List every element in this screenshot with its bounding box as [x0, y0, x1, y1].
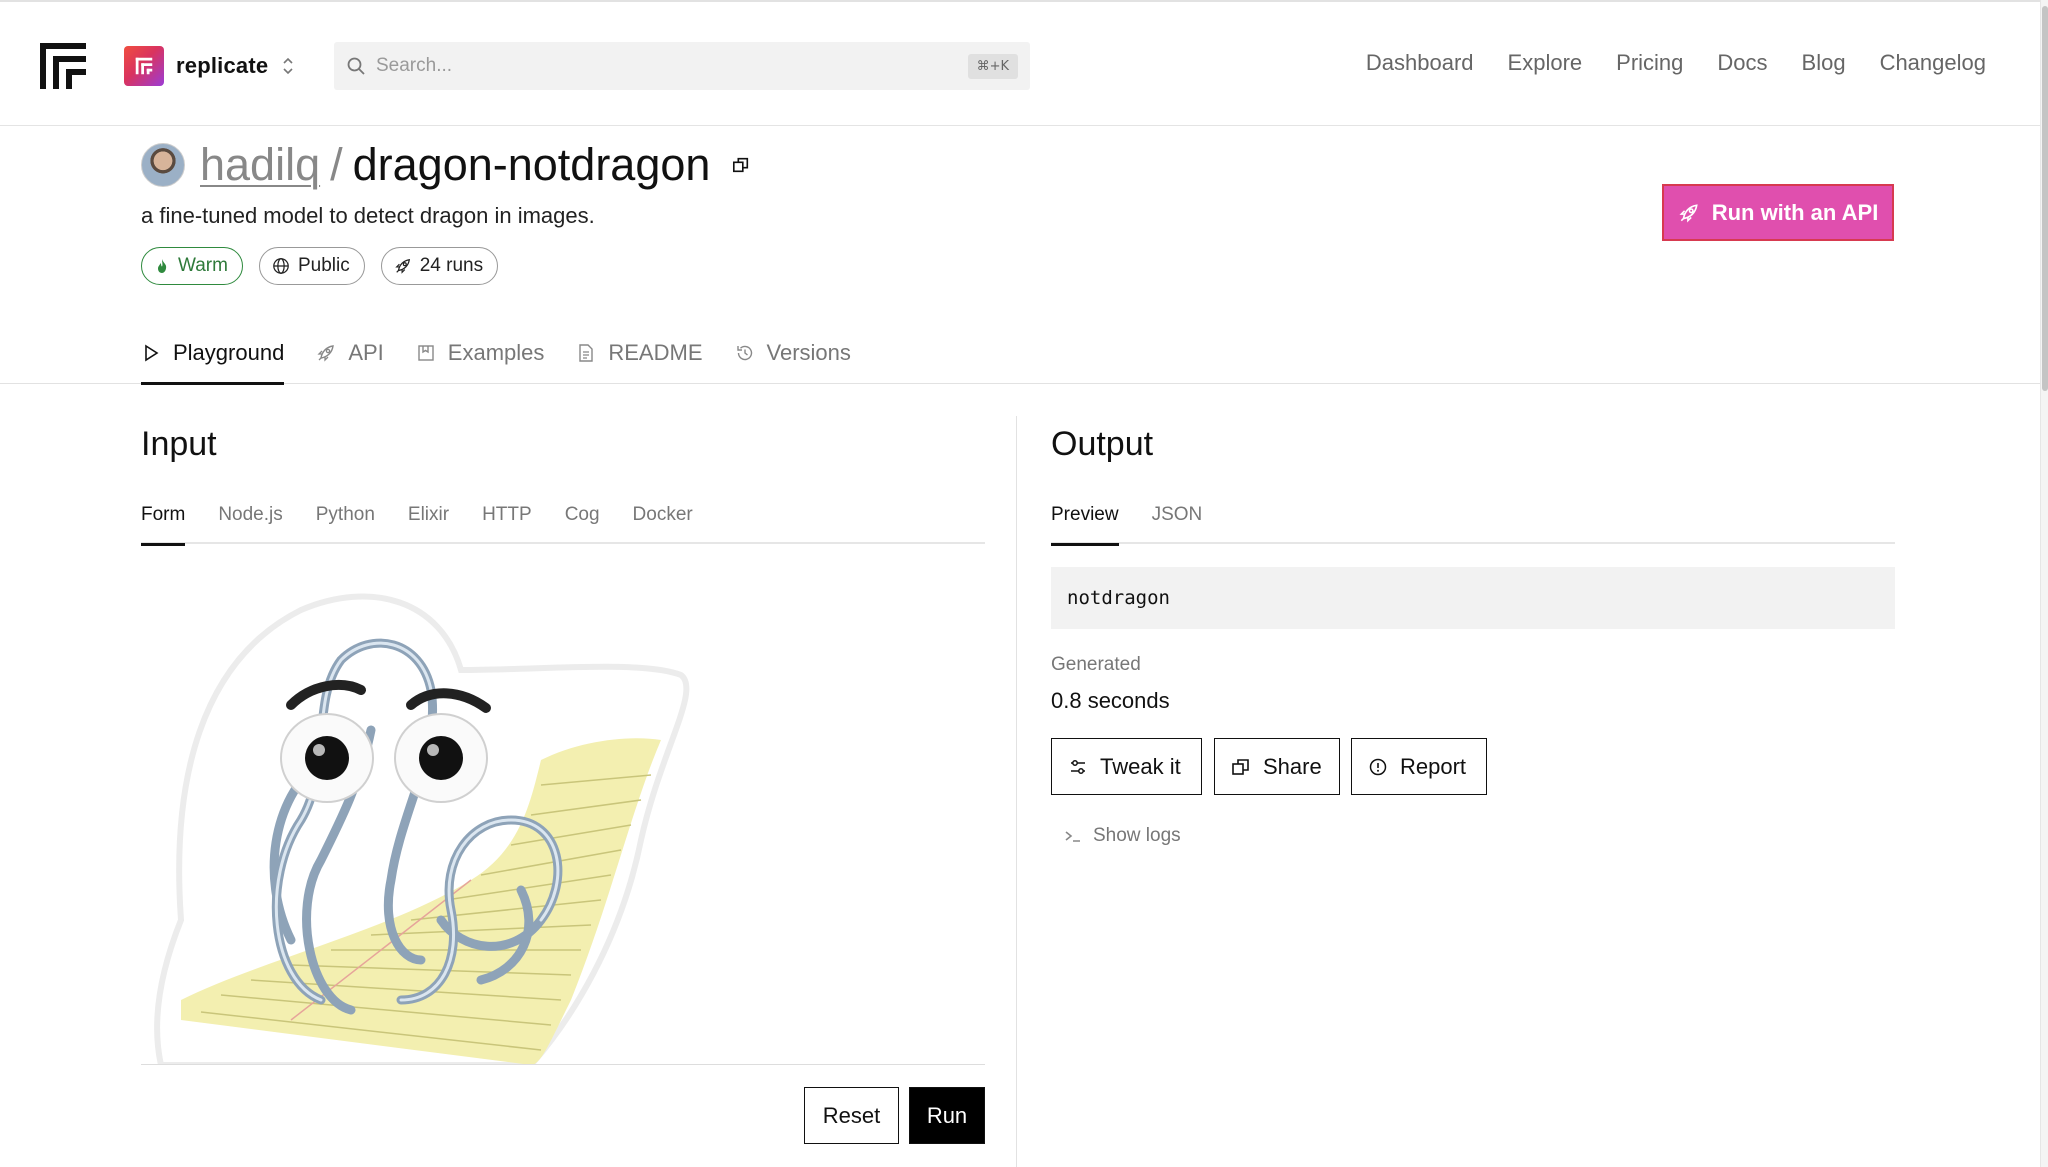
runs-badge-label: 24 runs	[419, 255, 484, 276]
input-tab-nodejs[interactable]: Node.js	[218, 502, 282, 544]
chevron-up-down-icon	[282, 56, 294, 76]
tab-readme-label: README	[608, 340, 703, 365]
show-logs-label: Show logs	[1093, 825, 1181, 846]
search-icon	[347, 57, 365, 75]
flame-icon	[158, 259, 167, 273]
share-label: Share	[1263, 753, 1322, 779]
tweak-it-button[interactable]: Tweak it	[1051, 738, 1202, 795]
input-title: Input	[141, 425, 217, 463]
model-owner-link[interactable]: hadilq	[200, 139, 320, 191]
output-tab-json[interactable]: JSON	[1152, 502, 1203, 544]
warm-badge: Warm	[141, 247, 243, 285]
tab-playground[interactable]: Playground	[141, 322, 285, 385]
tweak-it-label: Tweak it	[1100, 753, 1181, 779]
tab-readme[interactable]: README	[576, 322, 703, 384]
run-with-api-label: Run with an API	[1711, 199, 1879, 225]
search-bar[interactable]: ⌘+K	[334, 42, 1030, 90]
page-scrollbar[interactable]	[2040, 0, 2048, 1167]
play-icon	[145, 344, 159, 362]
title-separator: /	[330, 139, 343, 190]
report-label: Report	[1400, 753, 1467, 779]
nav-link-changelog[interactable]: Changelog	[1880, 50, 1986, 76]
input-tab-python[interactable]: Python	[316, 502, 375, 544]
nav-link-blog[interactable]: Blog	[1802, 50, 1846, 76]
rocket-icon	[394, 258, 410, 274]
copy-icon[interactable]	[732, 155, 752, 175]
show-logs-toggle[interactable]: Show logs	[1063, 825, 1181, 847]
generated-label: Generated	[1051, 654, 1141, 675]
tab-examples[interactable]: Examples	[416, 322, 545, 384]
org-name: replicate	[176, 53, 269, 78]
search-input[interactable]	[376, 55, 968, 77]
search-shortcut-badge: ⌘+K	[967, 53, 1018, 79]
nav-link-explore[interactable]: Explore	[1508, 50, 1583, 76]
output-result: notdragon	[1051, 567, 1895, 629]
model-name: dragon-notdragon	[352, 139, 711, 190]
run-button[interactable]: Run	[909, 1087, 985, 1144]
top-navigation: replicate ⌘+K Dashboard Explore Pricing …	[0, 0, 2040, 126]
nav-link-dashboard[interactable]: Dashboard	[1366, 50, 1474, 76]
reset-button[interactable]: Reset	[804, 1087, 899, 1144]
report-button[interactable]: Report	[1351, 738, 1487, 795]
tab-playground-label: Playground	[173, 340, 285, 365]
visibility-badge-label: Public	[297, 255, 350, 276]
bookmark-icon	[418, 345, 434, 361]
input-tab-cog[interactable]: Cog	[565, 502, 600, 544]
nav-link-docs[interactable]: Docs	[1717, 50, 1767, 76]
owner-avatar[interactable]	[141, 143, 185, 187]
scrollbar-thumb[interactable]	[2042, 6, 2048, 391]
panel-divider	[1016, 416, 1017, 1167]
nav-link-pricing[interactable]: Pricing	[1616, 50, 1683, 76]
output-tab-preview[interactable]: Preview	[1051, 502, 1119, 546]
input-image-preview[interactable]	[141, 580, 985, 1065]
warm-badge-label: Warm	[178, 255, 228, 276]
terminal-icon	[1065, 831, 1080, 842]
input-tab-elixir[interactable]: Elixir	[408, 502, 449, 544]
org-switcher[interactable]: replicate	[124, 46, 294, 86]
input-tab-docker[interactable]: Docker	[633, 502, 693, 544]
model-tabs: Playground API Examples README Versions	[0, 322, 2040, 385]
tab-versions[interactable]: Versions	[735, 322, 851, 384]
model-description: a fine-tuned model to detect dragon in i…	[141, 203, 595, 228]
sliders-icon	[1071, 759, 1085, 774]
alert-circle-icon	[1369, 758, 1387, 775]
model-title-row: hadilq / dragon-notdragon	[141, 139, 752, 191]
globe-icon	[273, 258, 289, 274]
input-format-tabs: Form Node.js Python Elixir HTTP Cog Dock…	[141, 502, 985, 546]
rocket-icon	[317, 345, 335, 362]
output-format-tabs: Preview JSON	[1051, 502, 1895, 546]
tab-api[interactable]: API	[316, 322, 384, 384]
generated-time: 0.8 seconds	[1051, 688, 1170, 713]
tab-api-label: API	[348, 340, 384, 365]
document-icon	[579, 344, 594, 362]
model-badges: Warm Public 24 runs	[141, 247, 752, 285]
nav-links: Dashboard Explore Pricing Docs Blog Chan…	[1366, 50, 1986, 76]
replicate-logo-icon[interactable]	[40, 43, 86, 89]
visibility-badge: Public	[258, 247, 365, 285]
paperclip-assistant-image	[154, 593, 690, 1064]
org-avatar-icon	[124, 46, 164, 86]
copy-icon	[1232, 758, 1249, 775]
share-button[interactable]: Share	[1214, 738, 1340, 795]
runs-badge: 24 runs	[380, 247, 499, 285]
input-tab-form[interactable]: Form	[141, 502, 186, 546]
run-with-api-button[interactable]: Run with an API	[1662, 184, 1894, 241]
tab-versions-label: Versions	[766, 340, 851, 365]
output-title: Output	[1051, 425, 1154, 463]
history-icon	[736, 345, 752, 361]
tab-examples-label: Examples	[447, 340, 545, 365]
model-header: hadilq / dragon-notdragon a fine-tuned m…	[141, 139, 752, 285]
input-tab-http[interactable]: HTTP	[482, 502, 532, 544]
rocket-icon	[1679, 203, 1698, 223]
